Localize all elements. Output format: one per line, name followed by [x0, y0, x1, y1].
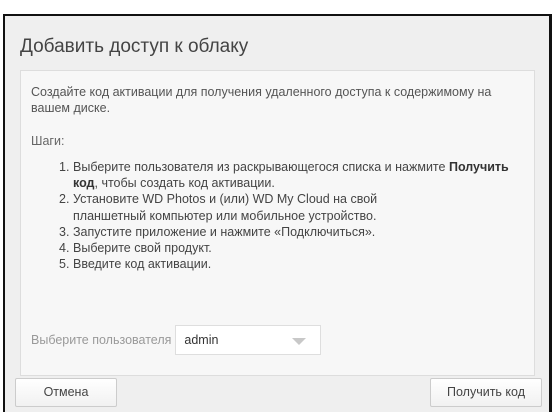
- step-text: Установите WD Photos и (или) WD My Cloud…: [73, 192, 378, 223]
- step-item: 4. Выберите свой продукт.: [59, 240, 534, 256]
- dialog-title: Добавить доступ к облаку: [20, 36, 249, 57]
- step-item: 5. Введите код активации.: [59, 256, 534, 272]
- intro-text: Создайте код активации для получения уда…: [31, 85, 492, 115]
- step-item: 1. Выберите пользователя из раскрывающег…: [59, 159, 534, 191]
- cancel-button[interactable]: Отмена: [15, 378, 117, 407]
- user-select-value: admin: [184, 333, 219, 347]
- user-select-label: Выберите пользователя: [31, 333, 172, 347]
- steps-label: Шаги:: [31, 134, 65, 148]
- step-text: Введите код активации.: [73, 257, 212, 272]
- steps-list: 1. Выберите пользователя из раскрывающег…: [59, 159, 534, 272]
- chevron-down-icon: [292, 338, 307, 345]
- top-strip: [0, 0, 559, 14]
- step-item: 2. Установите WD Photos и (или) WD My Cl…: [59, 191, 393, 223]
- dialog-content-panel: Создайте код активации для получения уда…: [20, 70, 535, 376]
- get-code-button[interactable]: Получить код: [430, 378, 542, 407]
- user-select-dropdown[interactable]: admin: [175, 325, 322, 355]
- step-number: 1.: [59, 160, 70, 174]
- step-item: 3. Запустите приложение и нажмите «Подкл…: [59, 224, 534, 240]
- step-number: 4.: [59, 241, 70, 256]
- step-number: 5.: [59, 257, 70, 272]
- user-select-row: Выберите пользователя admin: [31, 325, 322, 355]
- step-number: 2.: [59, 192, 70, 207]
- add-cloud-access-dialog: Добавить доступ к облаку Создайте код ак…: [3, 14, 552, 412]
- step-text: Выберите свой продукт.: [73, 241, 212, 256]
- step-text-after: , чтобы создать код активации.: [94, 176, 275, 191]
- step-text: Выберите пользователя из раскрывающегося…: [73, 160, 449, 174]
- step-number: 3.: [59, 224, 70, 239]
- step-text: Запустите приложение и нажмите «Подключи…: [73, 224, 376, 239]
